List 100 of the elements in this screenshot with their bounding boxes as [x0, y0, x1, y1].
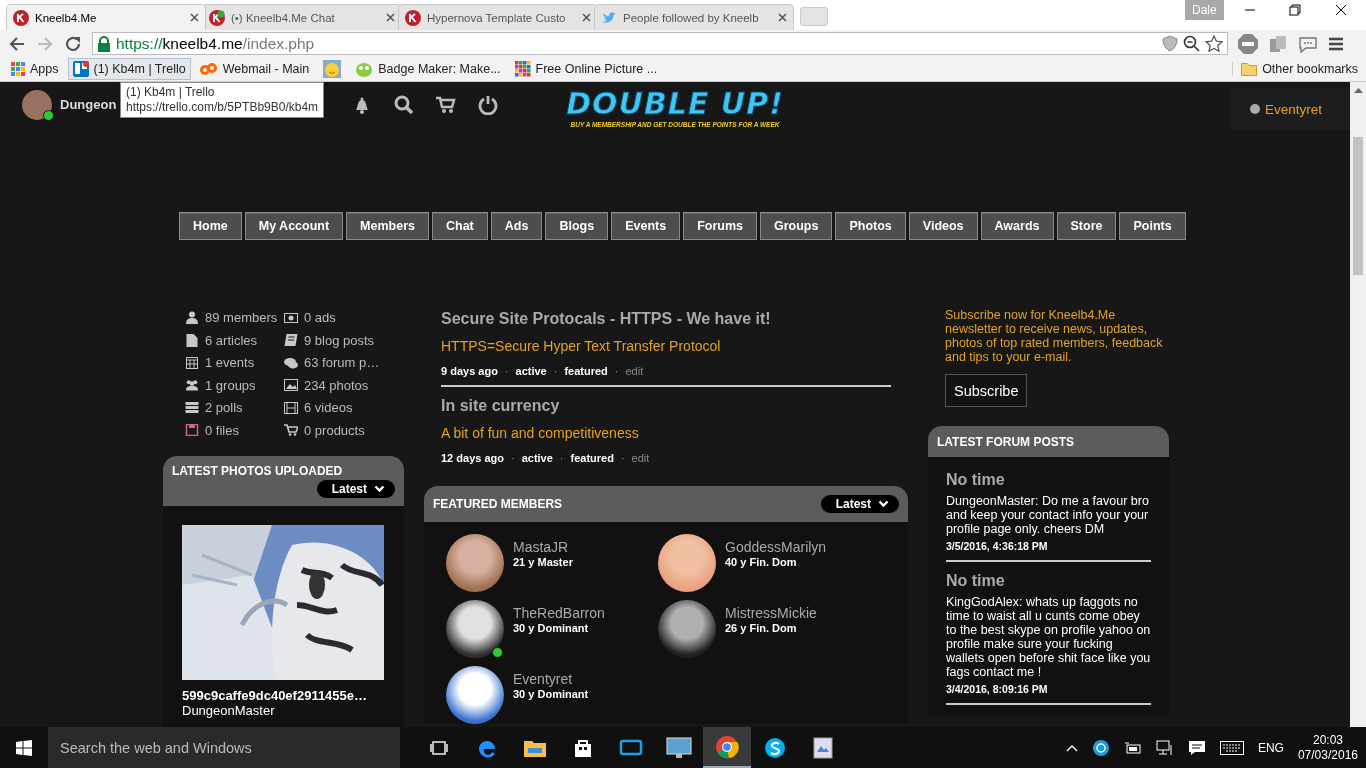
star-icon[interactable]	[1205, 35, 1223, 52]
document-icon[interactable]	[813, 736, 833, 759]
scrollbar[interactable]	[1350, 82, 1366, 727]
speech-bubble-icon[interactable]	[1187, 739, 1206, 756]
avatar[interactable]	[658, 534, 716, 592]
subscribe-button[interactable]: Subscribe	[945, 374, 1028, 407]
avatar[interactable]	[446, 534, 504, 592]
bookmark[interactable]: Badge Maker: Make...	[350, 58, 506, 80]
member-name[interactable]: Eventyret	[513, 671, 589, 687]
nav-button[interactable]: Photos	[835, 212, 906, 240]
stat-label[interactable]: 2 polls	[205, 400, 243, 416]
stat-label[interactable]: 63 forum p…	[304, 355, 380, 371]
clock[interactable]: 20:03 07/03/2016	[1297, 732, 1358, 763]
language-indicator[interactable]: ENG	[1257, 740, 1284, 755]
copy-pages-icon[interactable]	[1268, 33, 1288, 54]
zoom-out-icon[interactable]	[1183, 35, 1200, 52]
post-title[interactable]: Secure Site Protocals - HTTPS - We have it!	[441, 310, 891, 328]
sort-dropdown[interactable]: Latest	[820, 495, 899, 513]
member-name[interactable]: TheRedBarron	[513, 605, 605, 621]
scroll-thumb[interactable]	[1353, 137, 1363, 275]
keyboard-icon[interactable]	[1219, 740, 1244, 755]
user-name[interactable]: Dungeon	[60, 97, 117, 112]
monitor-icon[interactable]	[666, 736, 692, 759]
screen-icon[interactable]	[619, 738, 643, 757]
stat-label[interactable]: 234 photos	[304, 377, 369, 393]
stat-label[interactable]: 0 files	[205, 422, 239, 438]
bookmark[interactable]: Apps	[6, 59, 64, 79]
document-icon	[185, 333, 199, 347]
forum-post-title[interactable]: No time	[946, 471, 1151, 489]
stat-label[interactable]: 0 ads	[304, 310, 336, 326]
restore-icon[interactable]	[1289, 4, 1301, 16]
nav-button[interactable]: Blogs	[545, 212, 609, 240]
nav-button[interactable]: Awards	[980, 212, 1054, 240]
bookmark[interactable]: Webmail - Main	[194, 59, 315, 79]
tooltip-title: (1) Kb4m | Trello	[126, 85, 216, 100]
nav-button[interactable]: Home	[179, 212, 242, 240]
stat-label[interactable]: 0 products	[304, 422, 365, 438]
member-name[interactable]: MastaJR	[513, 539, 573, 555]
network-icon[interactable]	[1155, 739, 1174, 756]
cloud-icon[interactable]	[1091, 738, 1110, 757]
edit-link[interactable]: edit	[625, 365, 644, 377]
user-link[interactable]: Eventyret	[1265, 101, 1323, 117]
shield-icon[interactable]	[1162, 35, 1178, 52]
cart-icon[interactable]	[436, 95, 457, 115]
s-logo-icon[interactable]	[764, 736, 786, 759]
power-icon[interactable]	[478, 95, 499, 115]
stat-label[interactable]: 1 groups	[205, 377, 256, 393]
chevron-up-icon[interactable]	[1065, 743, 1078, 752]
forum-post-title[interactable]: No time	[946, 572, 1151, 590]
image-icon	[284, 379, 298, 392]
scroll-up-icon[interactable]	[1353, 87, 1363, 93]
nav-button[interactable]: Videos	[908, 212, 978, 240]
browser-tab[interactable]: People followed by Kneelb	[594, 4, 794, 30]
other-bookmarks[interactable]: Other bookmarks	[1232, 62, 1366, 76]
member-info: 21 y Master	[513, 556, 573, 568]
photo-author[interactable]: DungeonMaster	[182, 703, 385, 718]
search-icon[interactable]	[394, 95, 415, 115]
nav-button[interactable]: Forums	[683, 212, 757, 240]
nav-button[interactable]: Ads	[490, 212, 543, 240]
battery-icon[interactable]	[1123, 740, 1142, 755]
member-name[interactable]: GoddessMarilyn	[725, 539, 827, 555]
stat-label[interactable]: 89 members	[205, 310, 278, 326]
task-view-icon[interactable]	[430, 739, 448, 756]
menu-icon[interactable]	[1328, 36, 1344, 51]
stat-label[interactable]: 6 articles	[205, 332, 258, 348]
cp-logo-icon	[199, 62, 218, 76]
stop-sign-icon[interactable]	[1238, 33, 1258, 54]
nav-button[interactable]: Groups	[760, 212, 833, 240]
avatar[interactable]	[22, 90, 52, 120]
reload-icon[interactable]	[64, 34, 82, 53]
post-status-label: active	[521, 452, 553, 464]
avatar[interactable]	[446, 600, 504, 658]
member-name[interactable]: MistressMickie	[725, 605, 817, 621]
sort-dropdown[interactable]: Latest	[316, 480, 395, 498]
nav-button[interactable]: Chat	[432, 212, 488, 240]
address-bar[interactable]: https://kneelb4.me/index.php	[92, 32, 1228, 55]
back-arrow-icon[interactable]	[8, 34, 26, 53]
forum-post-date: 3/5/2016, 4:36:18 PM	[946, 540, 1049, 552]
stat-label[interactable]: 6 videos	[304, 400, 353, 416]
close-icon[interactable]	[190, 13, 199, 22]
nav-button[interactable]: Members	[346, 212, 429, 240]
nav-button[interactable]: Store	[1056, 212, 1117, 240]
chrome-logo-icon[interactable]	[715, 734, 739, 759]
bookmark[interactable]: (1) Kb4m | Trello	[67, 58, 191, 80]
windows-logo-icon[interactable]	[16, 739, 32, 756]
bookmark[interactable]: Free Online Picture ...	[509, 58, 663, 80]
nav-button[interactable]: My Account	[244, 212, 344, 240]
stat-label[interactable]: 1 events	[205, 355, 255, 371]
avatar[interactable]	[446, 666, 504, 724]
nav-button[interactable]: Points	[1119, 212, 1186, 240]
nav-button[interactable]: Events	[611, 212, 681, 240]
shopping-bag-icon[interactable]	[573, 737, 593, 758]
post-title[interactable]: In site currency	[441, 397, 891, 415]
taskbar-search-field[interactable]: Search the web and Windows	[48, 727, 400, 768]
forum-post-text: DungeonMaster: Do me a favour bro and keep your contact info your your profile page only. cheers DM	[946, 494, 1150, 536]
photo-caption[interactable]: 599c9caffe9dc40ef2911455e…	[182, 688, 385, 703]
stat-label[interactable]: 9 blog posts	[304, 332, 375, 348]
close-icon[interactable]	[1335, 4, 1347, 16]
edit-link[interactable]: edit	[631, 452, 650, 464]
browser-tab[interactable]: Kneelb4.Me	[6, 4, 206, 30]
